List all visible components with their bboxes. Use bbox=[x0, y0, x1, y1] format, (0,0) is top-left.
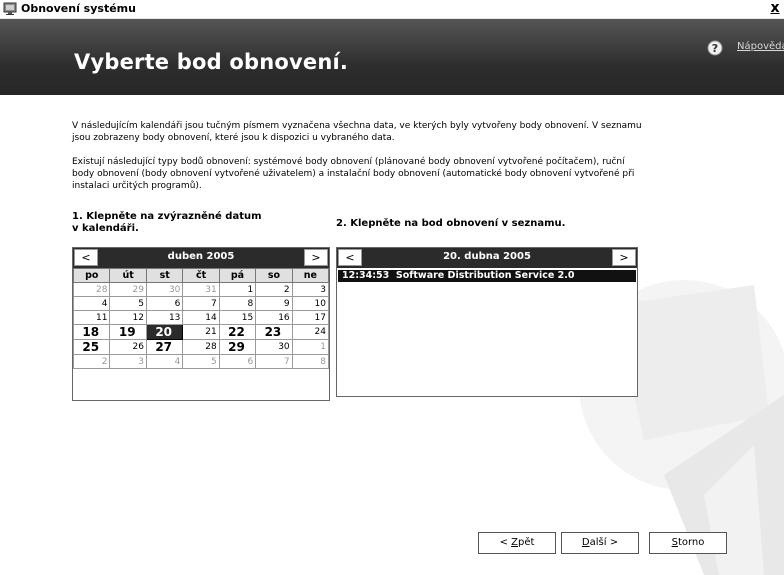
calendar-day[interactable]: 19 bbox=[109, 324, 147, 340]
calendar-day[interactable]: 4 bbox=[145, 354, 184, 369]
weekday-label: st bbox=[145, 268, 184, 283]
calendar-weekday-row: po út st čt pá so ne bbox=[72, 268, 330, 283]
calendar-day[interactable]: 26 bbox=[109, 339, 147, 355]
next-button[interactable]: Další > bbox=[561, 532, 639, 554]
calendar: < duben 2005 > po út st čt pá so ne 28 29… bbox=[72, 247, 330, 401]
calendar-day[interactable]: 23 bbox=[255, 324, 293, 340]
calendar-day[interactable]: 29 bbox=[218, 339, 257, 355]
calendar-week-row: 11 12 13 14 15 16 17 bbox=[72, 310, 330, 325]
calendar-prev-button[interactable]: < bbox=[74, 249, 98, 266]
calendar-day[interactable]: 2 bbox=[72, 354, 111, 369]
calendar-day[interactable]: 7 bbox=[255, 354, 293, 369]
calendar-day[interactable]: 21 bbox=[182, 324, 220, 340]
restore-point-prev-button[interactable]: < bbox=[338, 249, 362, 266]
calendar-day[interactable]: 9 bbox=[255, 296, 293, 311]
calendar-day[interactable]: 1 bbox=[218, 282, 257, 297]
calendar-day[interactable]: 12 bbox=[109, 310, 147, 325]
help-link[interactable]: Nápověda bbox=[737, 41, 784, 52]
calendar-week-row: 28 29 30 31 1 2 3 bbox=[72, 282, 330, 297]
weekday-label: po bbox=[72, 268, 111, 283]
calendar-day[interactable]: 25 bbox=[72, 339, 111, 355]
calendar-day[interactable]: 30 bbox=[255, 339, 293, 355]
back-button-prefix: < bbox=[499, 537, 512, 548]
page-title: Vyberte bod obnovení. bbox=[74, 50, 349, 74]
calendar-day[interactable]: 13 bbox=[145, 310, 184, 325]
restore-point-next-button[interactable]: > bbox=[612, 249, 636, 266]
next-button-rest: alší bbox=[589, 537, 607, 548]
calendar-day[interactable]: 5 bbox=[182, 354, 220, 369]
calendar-day[interactable]: 3 bbox=[291, 282, 330, 297]
back-button[interactable]: < Zpět bbox=[478, 532, 556, 554]
weekday-label: út bbox=[109, 268, 147, 283]
close-button[interactable]: x bbox=[768, 0, 782, 16]
main-content: V následujícím kalendáři jsou tučným pís… bbox=[0, 95, 784, 575]
calendar-day[interactable]: 5 bbox=[109, 296, 147, 311]
calendar-day[interactable]: 24 bbox=[291, 324, 330, 340]
intro-paragraph-2: Existují následující typy bodů obnovení:… bbox=[72, 157, 635, 191]
weekday-label: pá bbox=[218, 268, 257, 283]
calendar-week-row: 2345678 bbox=[72, 354, 330, 369]
svg-text:?: ? bbox=[712, 42, 718, 55]
calendar-week-row: 25 26 27 28 29 30 1 bbox=[72, 339, 330, 355]
calendar-day[interactable]: 11 bbox=[72, 310, 111, 325]
weekday-label: čt bbox=[182, 268, 220, 283]
calendar-day[interactable]: 10 bbox=[291, 296, 330, 311]
calendar-day[interactable]: 29 bbox=[109, 282, 147, 297]
calendar-day[interactable]: 4 bbox=[72, 296, 111, 311]
calendar-day[interactable]: 17 bbox=[291, 310, 330, 325]
window-title: Obnovení systému bbox=[21, 2, 136, 15]
restore-point-header: < 20. dubna 2005 > bbox=[337, 248, 637, 268]
question-mark-icon[interactable]: ? bbox=[707, 40, 723, 56]
calendar-day[interactable]: 1 bbox=[291, 339, 330, 355]
calendar-day[interactable]: 30 bbox=[145, 282, 184, 297]
intro-paragraph-1: V následujícím kalendáři jsou tučným pís… bbox=[72, 121, 642, 143]
calendar-month-label: duben 2005 bbox=[167, 251, 235, 262]
calendar-day[interactable]: 14 bbox=[182, 310, 220, 325]
calendar-day[interactable]: 16 bbox=[255, 310, 293, 325]
weekday-label: so bbox=[255, 268, 293, 283]
calendar-day[interactable]: 27 bbox=[145, 339, 184, 355]
back-button-accel: Z bbox=[511, 537, 518, 548]
step1-label: 1. Klepněte na zvýrazněné datum v kalend… bbox=[72, 211, 262, 234]
calendar-day[interactable]: 2 bbox=[255, 282, 293, 297]
system-restore-icon bbox=[3, 2, 17, 15]
calendar-day[interactable]: 3 bbox=[109, 354, 147, 369]
next-button-suffix: > bbox=[606, 537, 619, 548]
cancel-button-rest: torno bbox=[677, 537, 705, 548]
calendar-grid: po út st čt pá so ne 28 29 30 31 1 2 3 4 5 6 7 8 9 10… bbox=[72, 268, 330, 369]
calendar-day[interactable]: 8 bbox=[218, 296, 257, 311]
calendar-next-button[interactable]: > bbox=[304, 249, 328, 266]
calendar-day[interactable]: 6 bbox=[218, 354, 257, 369]
calendar-week-row: 4 5 6 7 8 9 10 bbox=[72, 296, 330, 311]
next-button-accel: D bbox=[581, 537, 590, 548]
calendar-day[interactable]: 6 bbox=[145, 296, 184, 311]
restore-point-list: < 20. dubna 2005 > 12:34:53 Software Dis… bbox=[336, 247, 638, 397]
weekday-label: ne bbox=[291, 268, 330, 283]
title-bar: Obnovení systému x bbox=[0, 0, 784, 19]
cancel-button[interactable]: Storno bbox=[649, 532, 727, 554]
calendar-header: < duben 2005 > bbox=[73, 248, 329, 268]
calendar-day[interactable]: 28 bbox=[182, 339, 220, 355]
step2-label: 2. Klepněte na bod obnovení v seznamu. bbox=[336, 218, 566, 229]
calendar-day[interactable]: 7 bbox=[182, 296, 220, 311]
calendar-day[interactable]: 15 bbox=[218, 310, 257, 325]
calendar-week-row: 18 19 20 21 22 23 24 bbox=[72, 324, 330, 340]
calendar-day[interactable]: 8 bbox=[291, 354, 330, 369]
calendar-day[interactable]: 20 bbox=[145, 324, 184, 340]
calendar-day[interactable]: 28 bbox=[72, 282, 111, 297]
calendar-day[interactable]: 22 bbox=[218, 324, 257, 340]
calendar-day[interactable]: 18 bbox=[72, 324, 111, 340]
back-button-rest: pět bbox=[518, 537, 535, 548]
restore-point-item[interactable]: 12:34:53 Software Distribution Service 2… bbox=[338, 270, 636, 282]
restore-point-date-label: 20. dubna 2005 bbox=[443, 251, 531, 262]
calendar-day[interactable]: 31 bbox=[182, 282, 220, 297]
restore-point-description: Software Distribution Service 2.0 bbox=[395, 270, 575, 281]
header-banner: Vyberte bod obnovení. ? Nápověda bbox=[0, 19, 784, 95]
restore-point-time: 12:34:53 bbox=[342, 270, 390, 281]
